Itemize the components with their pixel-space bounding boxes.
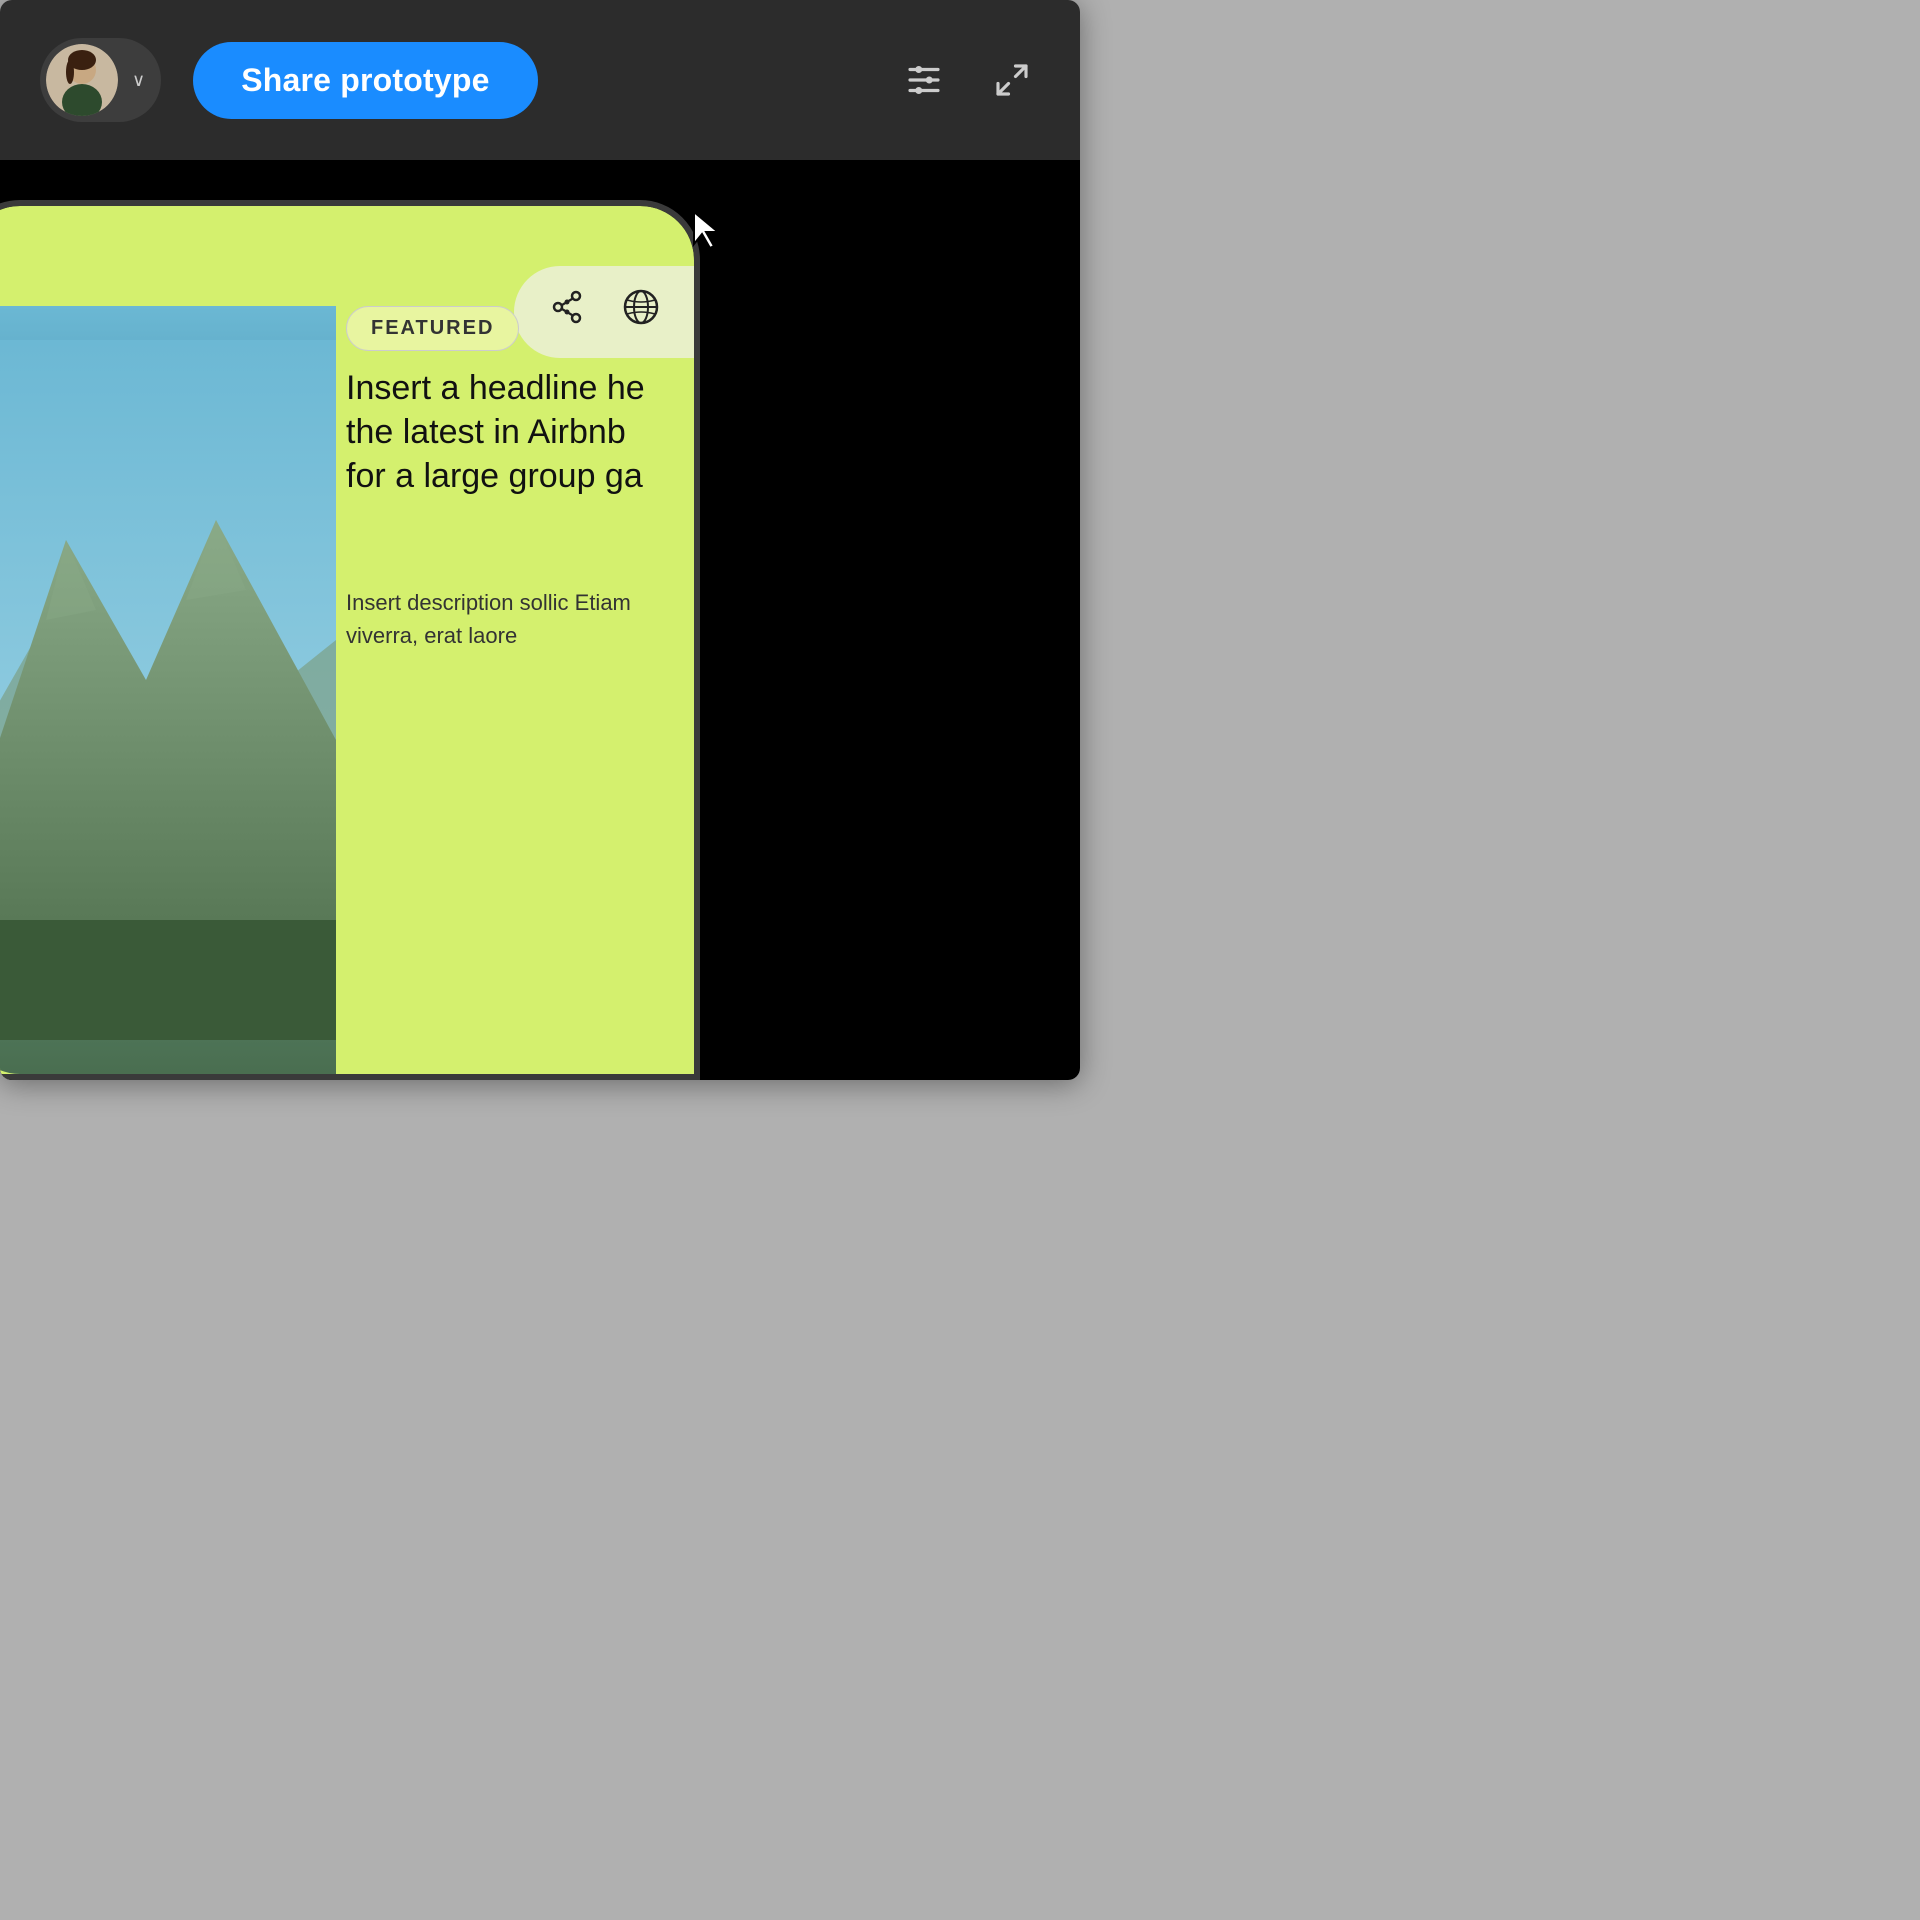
share-prototype-button[interactable]: Share prototype [193, 42, 537, 119]
app-container: ∨ Share prototype [0, 0, 1080, 1080]
headline-text: Insert a headline he the latest in Airbn… [346, 366, 654, 499]
device-frame: FEATURED Insert a headline he the latest… [0, 200, 700, 1080]
featured-badge: FEATURED [346, 306, 519, 351]
fullscreen-button[interactable] [984, 52, 1040, 108]
topbar: ∨ Share prototype [0, 0, 1080, 160]
avatar [46, 44, 118, 116]
sliders-icon [903, 59, 945, 101]
share-button-label: Share prototype [241, 62, 489, 98]
canvas: FEATURED Insert a headline he the latest… [0, 160, 1080, 1080]
expand-icon [991, 59, 1033, 101]
user-avatar-button[interactable]: ∨ [40, 38, 161, 122]
globe-icon [620, 286, 662, 338]
app-toolbar [514, 266, 694, 358]
chevron-down-icon: ∨ [132, 70, 145, 91]
description-text: Insert description sollic Etiam viverra,… [346, 586, 654, 652]
network-icon [546, 286, 588, 338]
featured-image [0, 306, 336, 1074]
settings-button[interactable] [896, 52, 952, 108]
device-screen: FEATURED Insert a headline he the latest… [0, 206, 694, 1074]
featured-label: FEATURED [371, 317, 494, 339]
